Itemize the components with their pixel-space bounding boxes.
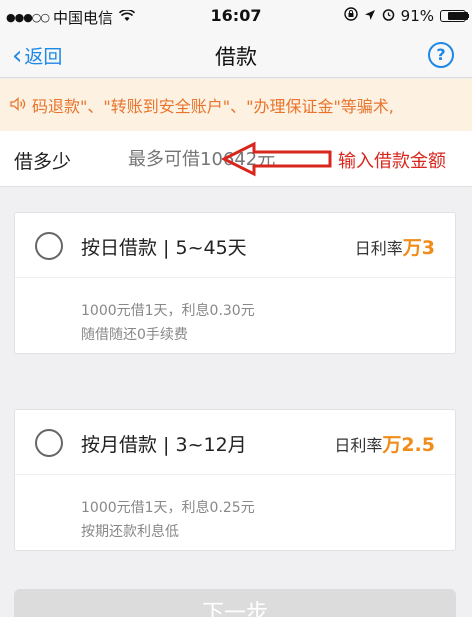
status-bar: ●●●○○ 中国电信 16:07 91% [0, 0, 472, 32]
page-title: 借款 [215, 45, 257, 69]
notice-text: 码退款"、"转账到安全账户"、"办理保证金"等骗术, [32, 97, 394, 116]
radio-button[interactable] [35, 232, 63, 260]
card-divider [15, 474, 455, 475]
plan-card-daily[interactable]: 按日借款 | 5~45天 日利率万3 1000元借1天，利息0.30元 随借随还… [14, 212, 456, 354]
plan-detail: 随借随还0手续费 [81, 327, 188, 343]
amount-row: 借多少 输入借款金额 [0, 131, 472, 187]
battery-percent: 91% [400, 7, 434, 25]
plan-title: 按月借款 | 3~12月 [81, 434, 247, 456]
annotation-text: 输入借款金额 [338, 151, 446, 172]
notice-banner: 码退款"、"转账到安全账户"、"办理保证金"等骗术, [0, 79, 472, 131]
plan-detail: 1000元借1天，利息0.30元 [81, 303, 255, 319]
rate-label: 日利率 [354, 239, 403, 258]
status-right: 91% [338, 7, 469, 25]
rate-info: 日利率万3 [355, 233, 435, 260]
rotation-lock-icon [343, 7, 358, 25]
rate-value: 万3 [402, 237, 435, 259]
next-button[interactable]: 下一步 [14, 589, 456, 617]
location-icon [364, 7, 376, 25]
card-divider [15, 277, 455, 278]
plan-title: 按日借款 | 5~45天 [81, 237, 247, 259]
plan-card-monthly[interactable]: 按月借款 | 3~12月 日利率万2.5 1000元借1天，利息0.25元 按期… [14, 409, 456, 551]
rate-label: 日利率 [334, 436, 383, 455]
nav-bar: ‹ 返回 借款 ? [0, 32, 472, 78]
plan-detail: 1000元借1天，利息0.25元 [81, 500, 255, 516]
radio-button[interactable] [35, 429, 63, 457]
rate-info: 日利率万2.5 [334, 430, 435, 457]
red-arrow-annotation [222, 141, 332, 177]
speaker-icon [10, 96, 26, 115]
alarm-icon [382, 7, 395, 25]
rate-value: 万2.5 [382, 434, 435, 456]
plan-detail: 按期还款利息低 [81, 524, 179, 540]
battery-icon [440, 10, 469, 22]
amount-label: 借多少 [14, 151, 72, 173]
help-icon[interactable]: ? [428, 42, 454, 68]
